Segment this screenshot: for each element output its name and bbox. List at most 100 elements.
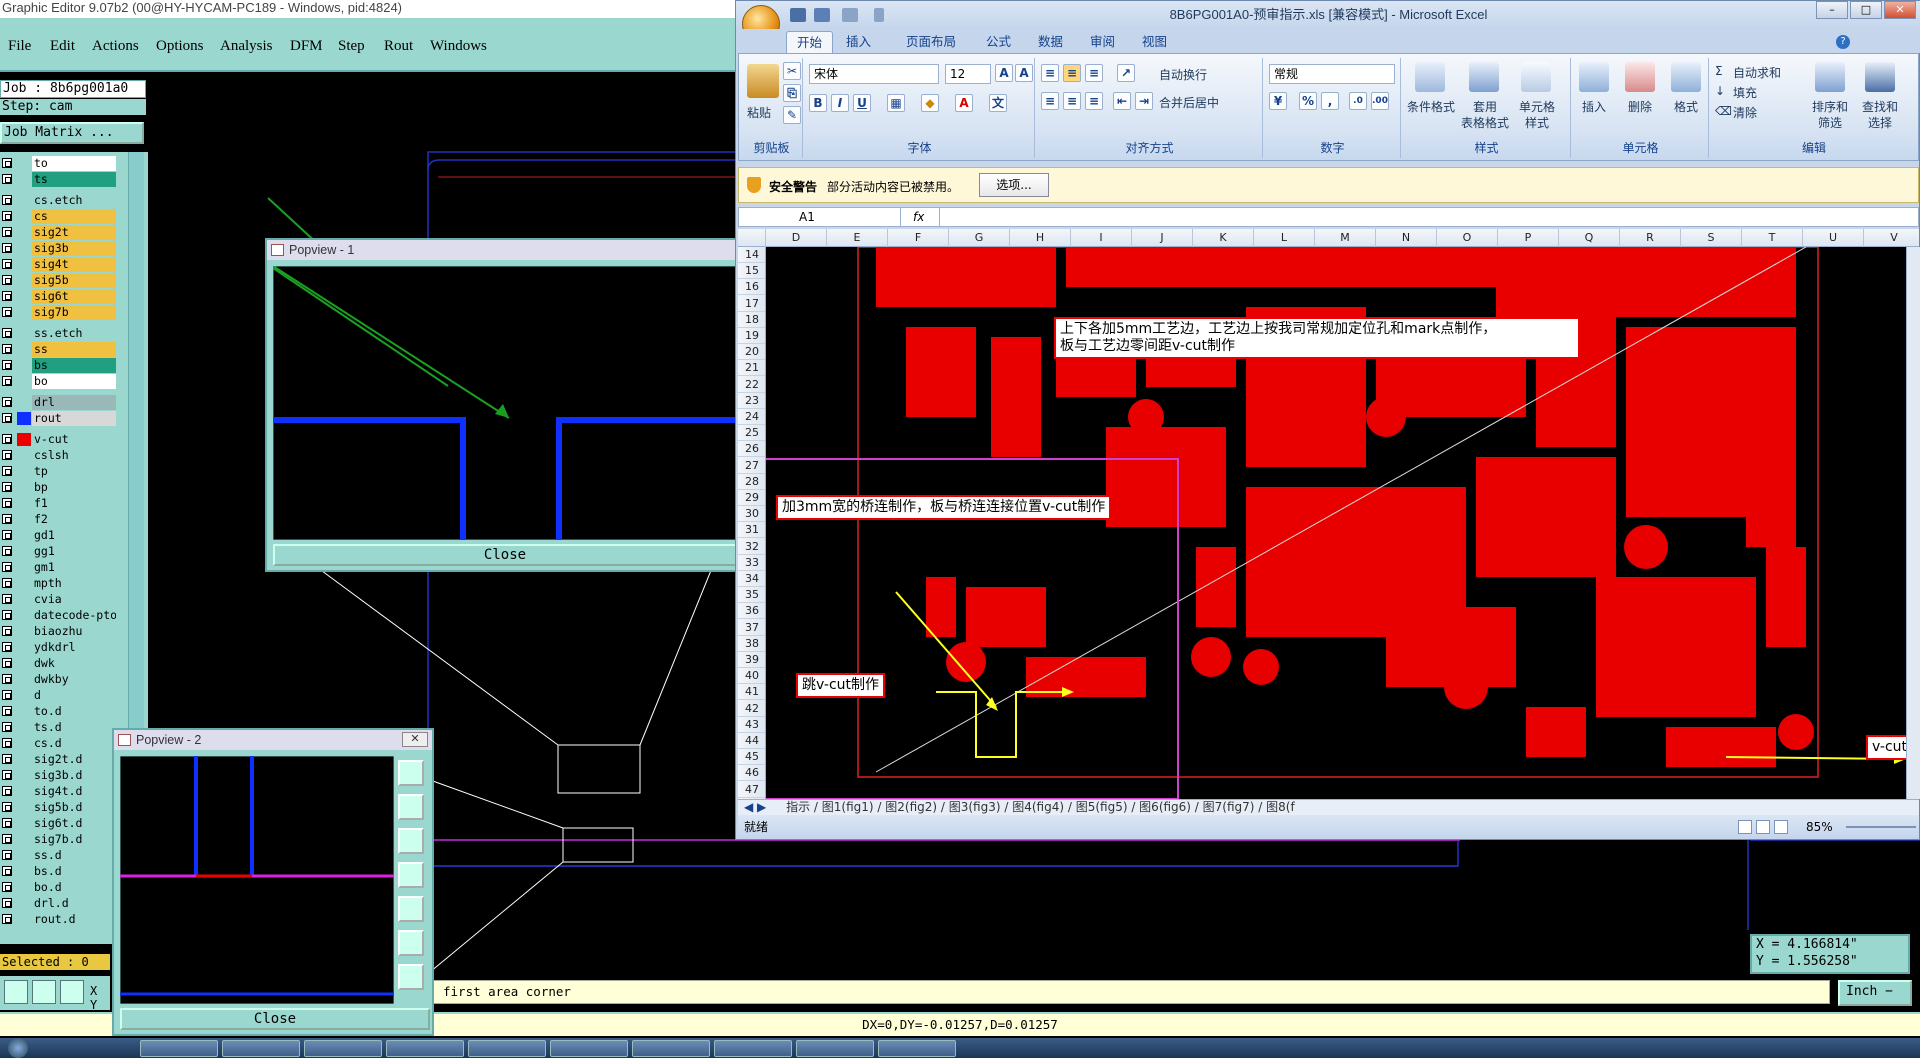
row-header[interactable]: 26 <box>738 441 765 458</box>
layer-name[interactable]: bp <box>32 480 116 495</box>
format-as-table-icon[interactable] <box>1469 62 1499 92</box>
layer-checkbox[interactable] <box>2 466 12 476</box>
layer-name[interactable]: sig4t <box>32 257 116 272</box>
column-header[interactable]: U <box>1803 229 1864 247</box>
column-header[interactable]: I <box>1071 229 1132 247</box>
layer-row[interactable]: sig7b <box>0 305 118 320</box>
zoom-home-icon[interactable] <box>398 760 424 786</box>
layer-row[interactable]: ydkdrl <box>0 640 118 655</box>
menu-file[interactable]: File <box>8 38 31 55</box>
layer-checkbox[interactable] <box>2 498 12 508</box>
fill-icon[interactable]: ↓ <box>1715 84 1725 98</box>
layer-checkbox[interactable] <box>2 850 12 860</box>
select-all-corner[interactable] <box>738 229 766 247</box>
align-left-icon[interactable]: ≡ <box>1041 92 1059 110</box>
sheet-tab-list[interactable]: 指示 / 图1(fig1) / 图2(fig2) / 图3(fig3) / 图4… <box>770 800 1295 814</box>
column-header[interactable]: D <box>766 229 827 247</box>
layer-row[interactable]: v-cut <box>0 432 118 447</box>
layer-row[interactable]: datecode-pto <box>0 608 118 623</box>
layer-row[interactable]: bo.d <box>0 880 118 895</box>
layer-row[interactable]: sig7b.d <box>0 832 118 847</box>
layer-row[interactable]: sig3b.d <box>0 768 118 783</box>
taskbar-item[interactable] <box>140 1040 218 1057</box>
vertical-scrollbar[interactable] <box>1906 247 1920 799</box>
align-center-icon[interactable]: ≡ <box>1063 92 1081 110</box>
row-header[interactable]: 20 <box>738 344 765 361</box>
sheet-tabs[interactable]: ◀ ▶ 指示 / 图1(fig1) / 图2(fig2) / 图3(fig3) … <box>738 799 1919 815</box>
page-break-view-icon[interactable] <box>1774 820 1788 834</box>
autosum-icon[interactable]: Σ <box>1715 64 1723 78</box>
layer-name[interactable]: sig2t <box>32 225 116 240</box>
popview-2-title-bar[interactable]: Popview - 2 ✕ <box>114 730 432 750</box>
pan-left-icon[interactable] <box>398 862 424 888</box>
taskbar-item[interactable] <box>796 1040 874 1057</box>
currency-icon[interactable]: ¥ <box>1269 92 1287 110</box>
layer-checkbox[interactable] <box>2 243 12 253</box>
borders-icon[interactable]: ▦ <box>887 94 905 112</box>
minimize-icon[interactable]: – <box>1816 1 1848 19</box>
increase-decimal-icon[interactable]: .0 <box>1349 92 1367 110</box>
layer-checkbox[interactable] <box>2 360 12 370</box>
italic-button[interactable]: I <box>831 94 849 112</box>
layer-row[interactable]: sig5b.d <box>0 800 118 815</box>
tab-home[interactable]: 开始 <box>786 31 834 53</box>
layer-checkbox[interactable] <box>2 195 12 205</box>
font-color-icon[interactable]: A <box>955 94 973 112</box>
security-options-button[interactable]: 选项... <box>979 173 1049 197</box>
layer-name[interactable]: ss <box>32 342 116 357</box>
column-header[interactable]: K <box>1193 229 1254 247</box>
layer-row[interactable]: bo <box>0 374 118 389</box>
phonetic-icon[interactable]: 文 <box>989 94 1007 112</box>
layer-checkbox[interactable] <box>2 754 12 764</box>
row-header[interactable]: 45 <box>738 749 765 766</box>
layer-name[interactable]: dwk <box>32 656 116 671</box>
callout-vcut[interactable]: v-cut <box>1866 735 1906 760</box>
popview-2-canvas[interactable] <box>120 756 394 1004</box>
column-header[interactable]: O <box>1437 229 1498 247</box>
zoom-fit-icon[interactable] <box>398 964 424 990</box>
row-header[interactable]: 43 <box>738 717 765 733</box>
customize-qat-icon[interactable] <box>874 8 884 22</box>
layer-name[interactable]: cs.d <box>32 736 116 751</box>
tab-view[interactable]: 视图 <box>1132 31 1177 53</box>
page-layout-view-icon[interactable] <box>1756 820 1770 834</box>
row-header[interactable]: 17 <box>738 296 765 312</box>
fill-button[interactable]: 填充 <box>1733 84 1757 101</box>
layer-checkbox[interactable] <box>2 642 12 652</box>
cell-styles-icon[interactable] <box>1521 62 1551 92</box>
pan-right-icon[interactable] <box>398 896 424 922</box>
zoom-in-icon[interactable] <box>398 930 424 956</box>
layer-row[interactable]: to <box>0 156 118 171</box>
layer-name[interactable]: rout.d <box>32 912 116 927</box>
column-header[interactable]: L <box>1254 229 1315 247</box>
layer-name[interactable]: ts.d <box>32 720 116 735</box>
layer-row[interactable]: gd1 <box>0 528 118 543</box>
popview-1-close-button[interactable]: Close <box>273 544 737 566</box>
layer-name[interactable]: tp <box>32 464 116 479</box>
column-header[interactable]: M <box>1315 229 1376 247</box>
clear-button[interactable]: 清除 <box>1733 104 1757 121</box>
layer-name[interactable]: ss.etch <box>32 326 116 341</box>
layer-name[interactable]: bo <box>32 374 116 389</box>
clear-icon[interactable]: ⌫ <box>1715 104 1732 118</box>
layer-checkbox[interactable] <box>2 275 12 285</box>
bold-button[interactable]: B <box>809 94 827 112</box>
format-painter-icon[interactable]: ✎ <box>783 106 801 124</box>
redo-icon[interactable] <box>842 8 858 22</box>
row-header[interactable]: 21 <box>738 360 765 377</box>
popview-1-title-bar[interactable]: Popview - 1 <box>267 240 738 260</box>
tab-review[interactable]: 审阅 <box>1080 31 1125 53</box>
layer-name[interactable]: cslsh <box>32 448 116 463</box>
row-header[interactable]: 35 <box>738 587 765 604</box>
layer-checkbox[interactable] <box>2 174 12 184</box>
layer-color-swatch[interactable] <box>17 412 31 425</box>
layer-row[interactable]: sig6t.d <box>0 816 118 831</box>
menu-actions[interactable]: Actions <box>92 38 139 55</box>
layer-name[interactable]: cs <box>32 209 116 224</box>
column-header[interactable]: S <box>1681 229 1742 247</box>
align-middle-icon[interactable]: ≡ <box>1063 64 1081 82</box>
layer-row[interactable]: cvia <box>0 592 118 607</box>
layer-name[interactable]: sig5b.d <box>32 800 116 815</box>
layer-row[interactable]: cslsh <box>0 448 118 463</box>
row-header[interactable]: 38 <box>738 636 765 652</box>
